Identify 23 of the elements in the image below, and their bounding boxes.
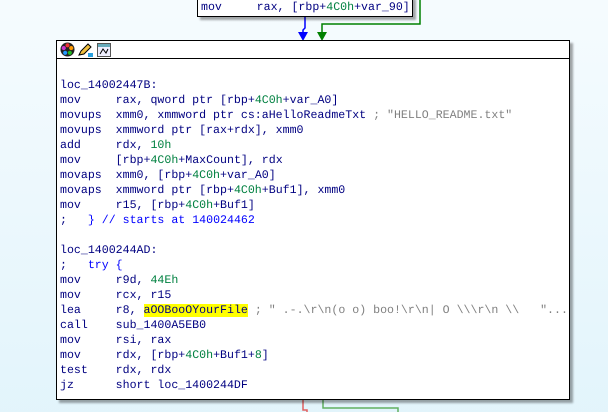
code-line: add rdx, 10h (60, 138, 172, 153)
edge-arrow (298, 17, 308, 41)
code-line: movups xmm0, xmmword ptr cs:aHelloReadmeTxt ; "HELLO_README.txt" (60, 108, 514, 123)
code-line: mov rax, qword ptr [rbp+4C0h+var_A0] (60, 93, 340, 108)
code-line: jz short loc_1400244DF (60, 378, 249, 393)
color-wheel-icon (60, 42, 75, 57)
code-line: movaps xmm0, [rbp+4C0h+var_A0] (60, 168, 277, 183)
code-label: loc_1400244AD: (60, 243, 158, 258)
code-line: lea r8, aOOBooOYourFile ; " .-.\r\n(o o) boo!\r\n| O \\\r\n \\ "... (60, 303, 567, 318)
code-label: loc_14002447B: (60, 78, 158, 93)
code-line: mov rsi, rax (60, 333, 172, 348)
code-line: mov [rbp+4C0h+MaxCount], rdx (60, 153, 284, 168)
code-line: mov rcx, r15 (60, 288, 172, 303)
code-line: movaps xmmword ptr [rbp+4C0h+Buf1], xmm0 (60, 183, 346, 198)
code-line: mov rax, [rbp+4C0h+var_90] (201, 0, 409, 15)
code-comment: ; try { (60, 258, 124, 273)
code-line: call sub_1400A5EB0 (60, 318, 208, 333)
code-line: mov rdx, [rbp+4C0h+Buf1+8] (60, 348, 270, 363)
code-line: mov r9d, 44Eh (60, 273, 180, 288)
code-line: mov r15, [rbp+4C0h+Buf1] (60, 198, 256, 213)
code-comment: ; } // starts at 140024462 (60, 213, 256, 228)
code-line: test rdx, rdx (60, 363, 172, 378)
code-line: movups xmmword ptr [rax+rdx], xmm0 (60, 123, 305, 138)
